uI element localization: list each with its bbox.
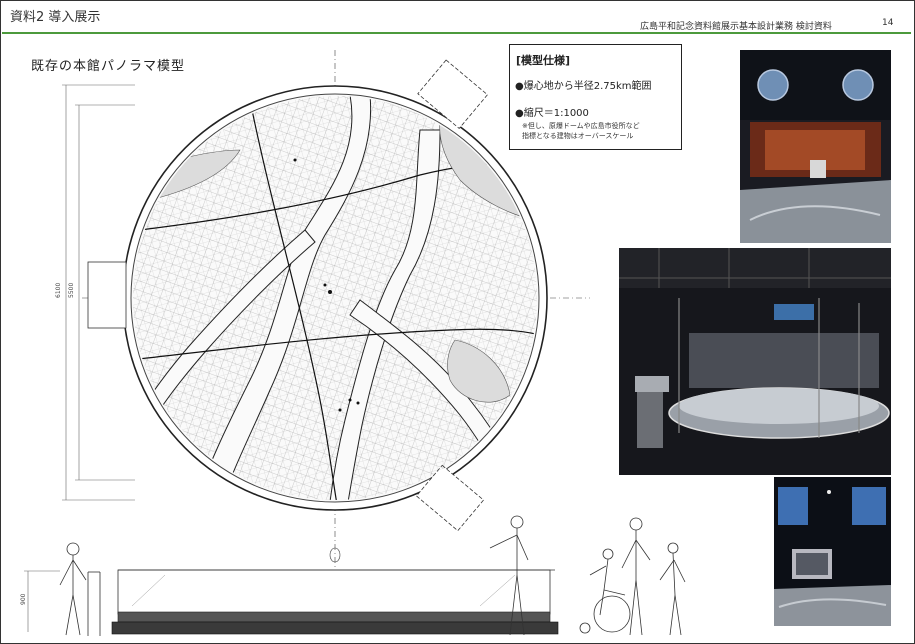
spec-note-line2: 指標となる建物はオーバースケール [522,132,634,140]
city-map [133,96,537,500]
spec-radius: ●爆心地から半径2.75km範囲 [515,81,652,92]
model-spec-box: [模型仕様] ●爆心地から半径2.75km範囲 ●縮尺＝1:1000 ※但し、原… [509,44,682,150]
photo-exhibit-room-clocks [740,50,891,243]
dimension-lines [24,84,135,632]
dim-height: 900 [20,593,27,605]
photo-panorama-model-hall [619,248,891,475]
photo-model-with-screens [774,477,891,626]
dim-inner: 5500 [68,283,75,298]
spec-scale: ●縮尺＝1:1000 [515,108,589,119]
dim-outer: 6100 [55,283,62,298]
spec-title: [模型仕様] [516,54,571,67]
elevation-view [87,547,559,636]
spec-note-line1: ※但し、原爆ドームや広島市役所など [522,122,640,130]
side-box-left [87,261,127,329]
